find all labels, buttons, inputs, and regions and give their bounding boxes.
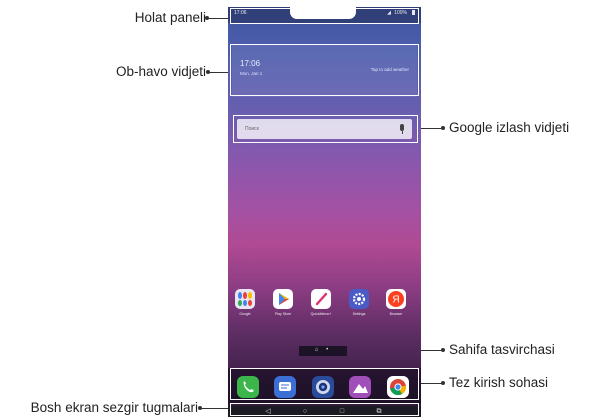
folder-dot [243,299,247,306]
app-quickmemo[interactable] [311,289,331,309]
leader-dot [206,70,210,74]
gear-icon [352,292,366,306]
app-label: Google [239,312,251,316]
app-google-folder[interactable] [235,289,255,309]
app-label: Browser [389,312,403,316]
leader-dot [441,348,445,352]
callout-status-bar: Holat paneli [134,10,206,25]
app-label: QuickMemo+ [310,312,332,316]
app-label: Play Store [274,312,292,316]
callout-page-indicator: Sahifa tasvirchasi [449,342,555,357]
highlight-search-widget [233,115,418,143]
leader-dot [441,381,445,385]
app-play-store[interactable] [273,289,293,309]
leader-dot [198,406,202,410]
callout-weather-widget: Ob-havo vidjeti [115,64,206,79]
leader-quick-access [418,383,443,384]
app-yandex-browser[interactable]: Я [386,289,406,309]
play-store-icon [279,293,289,305]
app-settings[interactable] [349,289,369,309]
folder-dot [248,299,252,306]
folder-dot [248,292,252,299]
pencil-icon [315,292,328,306]
leader-dot [205,16,209,20]
callout-google-search: Google izlash vidjeti [449,120,570,135]
folder-dot [238,299,242,306]
highlight-status-bar [230,8,419,24]
yandex-icon: Я [388,291,404,307]
page-indicator-dots: ⌂ • [314,347,332,353]
page-indicator[interactable]: ⌂ • [299,346,347,356]
folder-dot [243,292,247,299]
leader-google-search [418,128,443,129]
leader-home-touch-buttons [200,408,231,409]
highlight-nav-bar [230,403,419,416]
app-label: Settings [352,312,366,316]
highlight-weather-widget [230,44,419,96]
leader-dot [441,126,445,130]
folder-icon [238,292,242,299]
callout-home-touch-buttons: Bosh ekran sezgir tugmalari [30,400,198,415]
highlight-dock [230,368,419,400]
callout-quick-access: Tez kirish sohasi [449,375,549,390]
svg-text:Я: Я [392,295,399,306]
